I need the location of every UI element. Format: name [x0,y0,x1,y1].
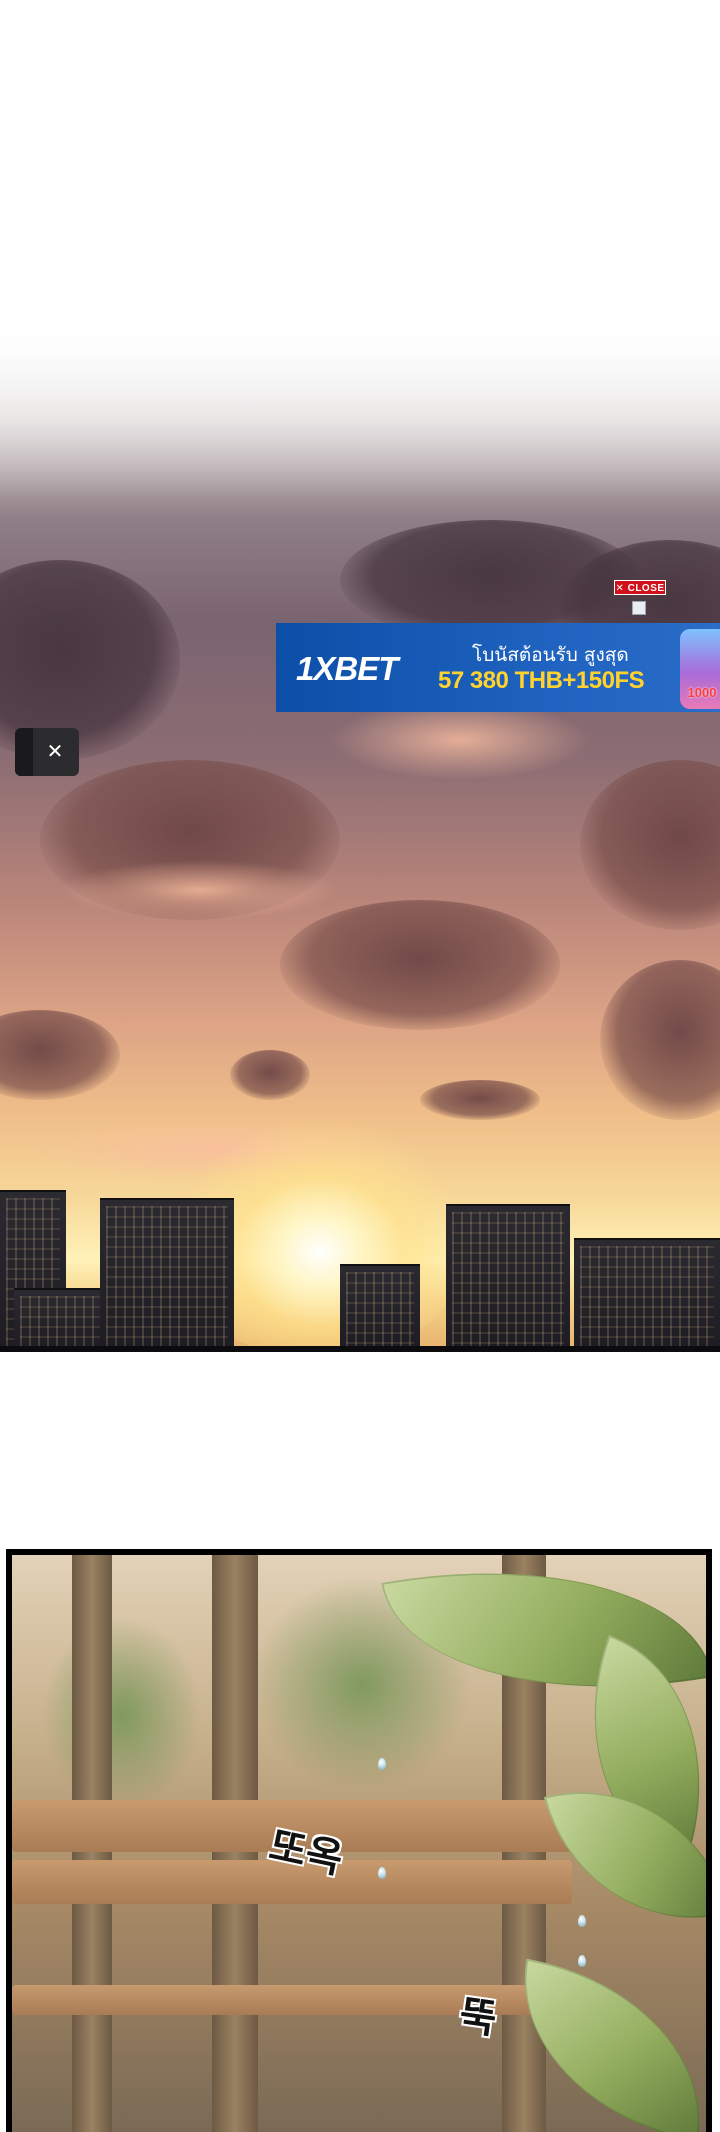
ad-headline: โบนัสต้อนรับ สูงสุด [472,644,629,666]
close-icon: ✕ [46,741,64,763]
broken-image-icon [632,601,646,615]
cloud-highlight [60,860,340,920]
tree [42,1615,202,1815]
panel-fade [0,300,720,500]
cloud [420,1080,540,1120]
water-drop [578,1915,586,1927]
building [446,1204,570,1352]
ad-offer: 57 380 THB+150FS [438,667,645,694]
ad-brand-logo: 1XBET [296,650,398,687]
overlay-close-button[interactable]: ✕ [15,728,79,776]
comic-panel-bench [6,1549,712,2132]
water-drop [578,1955,586,1967]
sound-effect-drop: 뚝 [456,1992,500,2044]
ad-badge-icon: 1000 [680,629,720,709]
ad-badge-text: 1000 [687,685,717,700]
bench-scene [12,1555,706,2132]
water-drop [378,1758,386,1770]
panel-border [0,1346,720,1352]
cloud [230,1050,310,1100]
building [100,1198,234,1352]
water-drop [378,1867,386,1879]
cloud [0,1010,120,1100]
ad-banner[interactable]: 1XBET โบนัสต้อนรับ สูงสุด 57 380 THB+150… [276,623,720,712]
ad-close-button[interactable]: ✕ CLOSE [614,580,666,595]
cloud-highlight [330,700,590,780]
cloud [280,900,560,1030]
cloud [600,960,720,1120]
cloud [580,760,720,930]
building [574,1238,720,1352]
building [340,1264,420,1352]
